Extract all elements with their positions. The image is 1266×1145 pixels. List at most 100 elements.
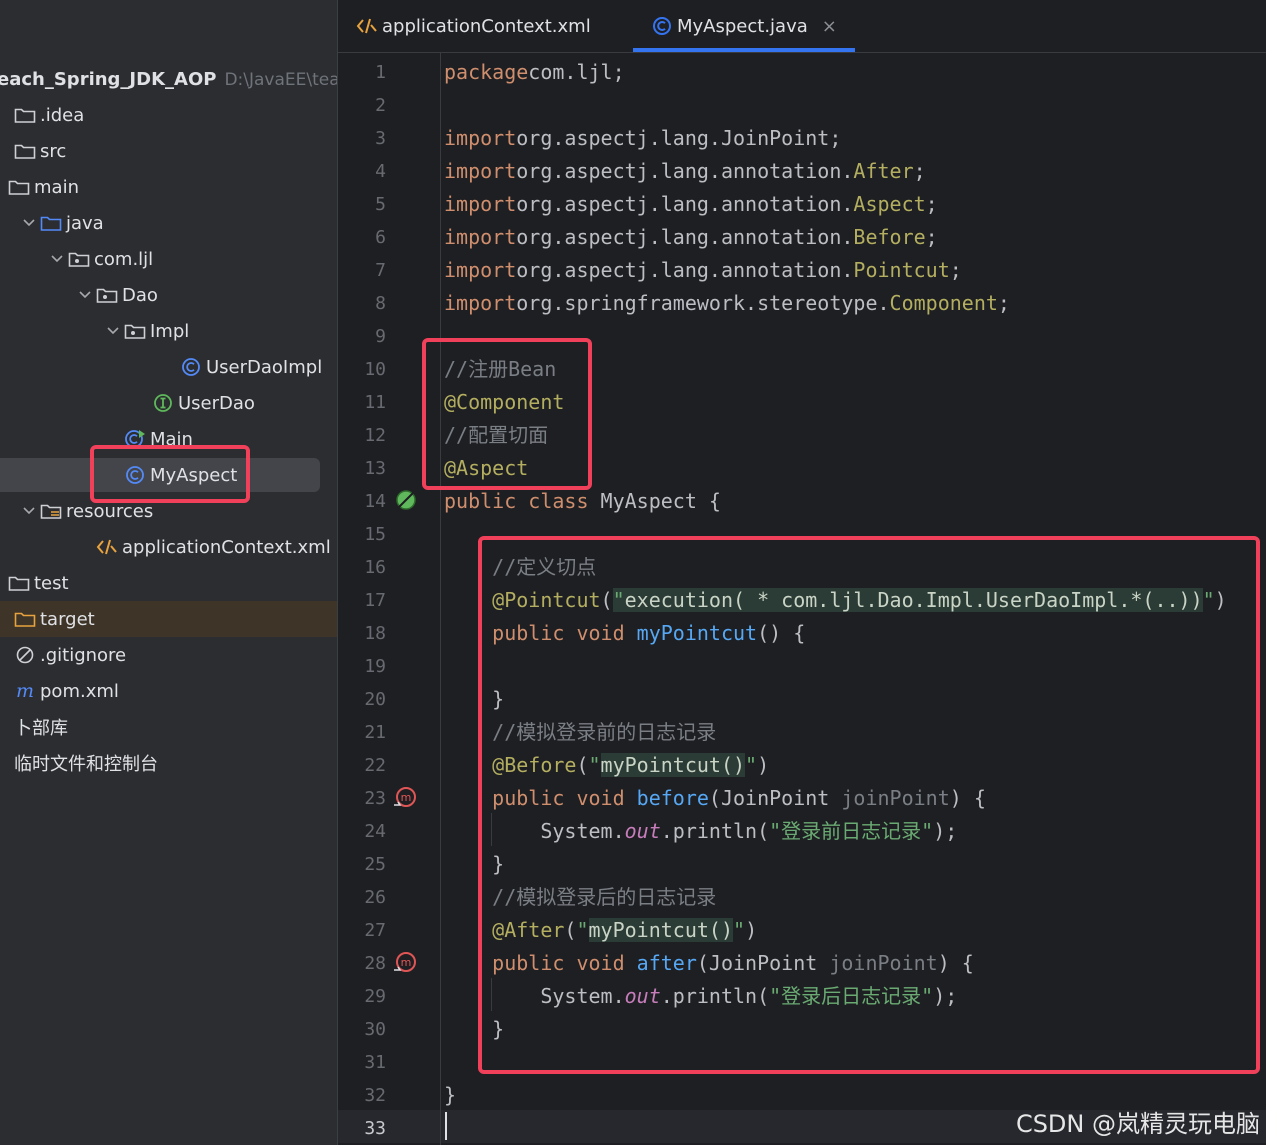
line-number: 20 (364, 689, 386, 710)
line-number: 32 (364, 1085, 386, 1106)
line-number: 11 (364, 392, 386, 413)
close-icon[interactable]: × (822, 16, 837, 37)
tree-item-content: java (18, 205, 104, 241)
line-number: 17 (364, 590, 386, 611)
tree-item-pom-xml[interactable]: m pom.xml (0, 673, 338, 709)
tree-item-content: 卜部库 (0, 709, 68, 745)
tree-item-label: target (40, 608, 95, 630)
package-icon (68, 248, 90, 270)
tree-item-label: main (34, 176, 79, 198)
code-line[interactable]: packagecom.ljl; (444, 56, 625, 89)
tree-item-impl[interactable]: Impl (0, 313, 338, 349)
line-number: 2 (375, 95, 386, 116)
code-line[interactable]: importorg.aspectj.lang.annotation.Before… (444, 221, 938, 254)
tree-item-userdaoimpl[interactable]: UserDaoImpl (0, 349, 338, 385)
chevron-right-icon[interactable] (0, 180, 8, 194)
code-line[interactable]: } (444, 1079, 456, 1112)
code-token: import (444, 159, 517, 183)
line-number: 13 (364, 458, 386, 479)
tab-myaspect-java[interactable]: MyAspect.java × (633, 0, 855, 52)
project-path: D:\JavaEE\teach (224, 70, 338, 90)
code-token: org.aspectj.lang.annotation. (516, 192, 854, 216)
package-icon (96, 284, 118, 306)
code-line[interactable]: importorg.aspectj.lang.annotation.Pointc… (444, 254, 962, 287)
code-token: Before (853, 225, 926, 249)
resources-folder-icon (40, 500, 62, 522)
spring-bean-gutter-icon[interactable] (394, 488, 418, 512)
tree-item-java[interactable]: java (0, 205, 338, 241)
tree-item-content: m pom.xml (0, 673, 119, 709)
tree-item-dao[interactable]: Dao (0, 277, 338, 313)
code-token: package (444, 60, 529, 84)
tree-item-[interactable]: 临时文件和控制台 (0, 745, 338, 781)
tree-item-label: test (34, 572, 69, 594)
svg-text:m: m (401, 956, 412, 969)
tab-application-context-xml[interactable]: applicationContext.xml (356, 0, 606, 52)
tree-item-label: UserDao (178, 392, 255, 414)
line-number: 1 (375, 62, 386, 83)
tree-item-userdao[interactable]: UserDao (0, 385, 338, 421)
chevron-right-icon[interactable] (0, 576, 8, 590)
chevron-down-icon[interactable] (18, 506, 40, 516)
code-token: import (444, 192, 517, 216)
line-number: 23 (364, 788, 386, 809)
tree-item-[interactable]: 卜部库 (0, 709, 338, 745)
tree-item-test[interactable]: test (0, 565, 338, 601)
tree-item-main[interactable]: main (0, 169, 338, 205)
tree-item-src[interactable]: src (0, 133, 338, 169)
tree-item-content: Dao (74, 277, 158, 313)
line-number: 33 (364, 1118, 386, 1139)
tree-item-target[interactable]: target (0, 601, 338, 637)
line-number: 5 (375, 194, 386, 215)
code-token: org.aspectj.lang.annotation. (516, 258, 854, 282)
line-number: 25 (364, 854, 386, 875)
tree-item-applicationcontext-xml[interactable]: applicationContext.xml (0, 529, 338, 565)
tree-item-gitignore[interactable]: .gitignore (0, 637, 338, 673)
line-number: 19 (364, 656, 386, 677)
code-token: org.springframework.stereotype. (516, 291, 890, 315)
line-number: 12 (364, 425, 386, 446)
code-token: ; (997, 291, 1010, 315)
tree-item-idea[interactable]: .idea (0, 97, 338, 133)
xml-file-icon (356, 15, 378, 37)
code-line[interactable]: importorg.aspectj.lang.JoinPoint; (444, 122, 841, 155)
project-tool-window: each_Spring_JDK_AOP D:\JavaEE\teach .idea… (0, 0, 338, 1145)
excluded-folder-icon (14, 608, 36, 630)
tree-item-label: java (66, 212, 104, 234)
advice-gutter-icon[interactable]: m (392, 950, 418, 976)
code-line[interactable]: importorg.springframework.stereotype.Com… (444, 287, 1010, 320)
code-token: MyAspect { (588, 489, 721, 513)
code-token: ; (913, 159, 926, 183)
chevron-down-icon[interactable] (74, 290, 96, 300)
tree-item-content: applicationContext.xml (74, 529, 331, 565)
tree-item-content: main (0, 169, 79, 205)
line-number: 18 (364, 623, 386, 644)
line-number: 31 (364, 1052, 386, 1073)
editor-tab-bar: applicationContext.xml MyAspect.java × (338, 0, 1266, 53)
chevron-down-icon[interactable] (18, 218, 40, 228)
folder-icon (14, 104, 36, 126)
svg-text:m: m (16, 681, 34, 701)
code-token: import (444, 258, 517, 282)
chevron-down-icon[interactable] (46, 254, 68, 264)
tree-item-content: UserDaoImpl (158, 349, 322, 385)
tree-item-label: com.ljl (94, 248, 154, 270)
tree-item-com-ljl[interactable]: com.ljl (0, 241, 338, 277)
advice-gutter-icon[interactable]: m (392, 785, 418, 811)
tree-item-label: 临时文件和控制台 (14, 754, 158, 775)
code-line[interactable]: importorg.aspectj.lang.annotation.After; (444, 155, 926, 188)
chevron-down-icon[interactable] (102, 326, 124, 336)
project-name: each_Spring_JDK_AOP (0, 69, 217, 90)
project-root[interactable]: each_Spring_JDK_AOP D:\JavaEE\teach (0, 66, 338, 94)
line-number: 14 (364, 491, 386, 512)
code-line[interactable]: importorg.aspectj.lang.annotation.Aspect… (444, 188, 938, 221)
line-number: 10 (364, 359, 386, 380)
line-number: 21 (364, 722, 386, 743)
tree-item-label: .idea (40, 104, 85, 126)
tree-item-content: com.ljl (46, 241, 153, 277)
line-number: 28 (364, 953, 386, 974)
line-number: 3 (375, 128, 386, 149)
code-editor[interactable]: applicationContext.xml MyAspect.java × 1… (338, 0, 1266, 1145)
line-number: 22 (364, 755, 386, 776)
code-token: After (853, 159, 914, 183)
